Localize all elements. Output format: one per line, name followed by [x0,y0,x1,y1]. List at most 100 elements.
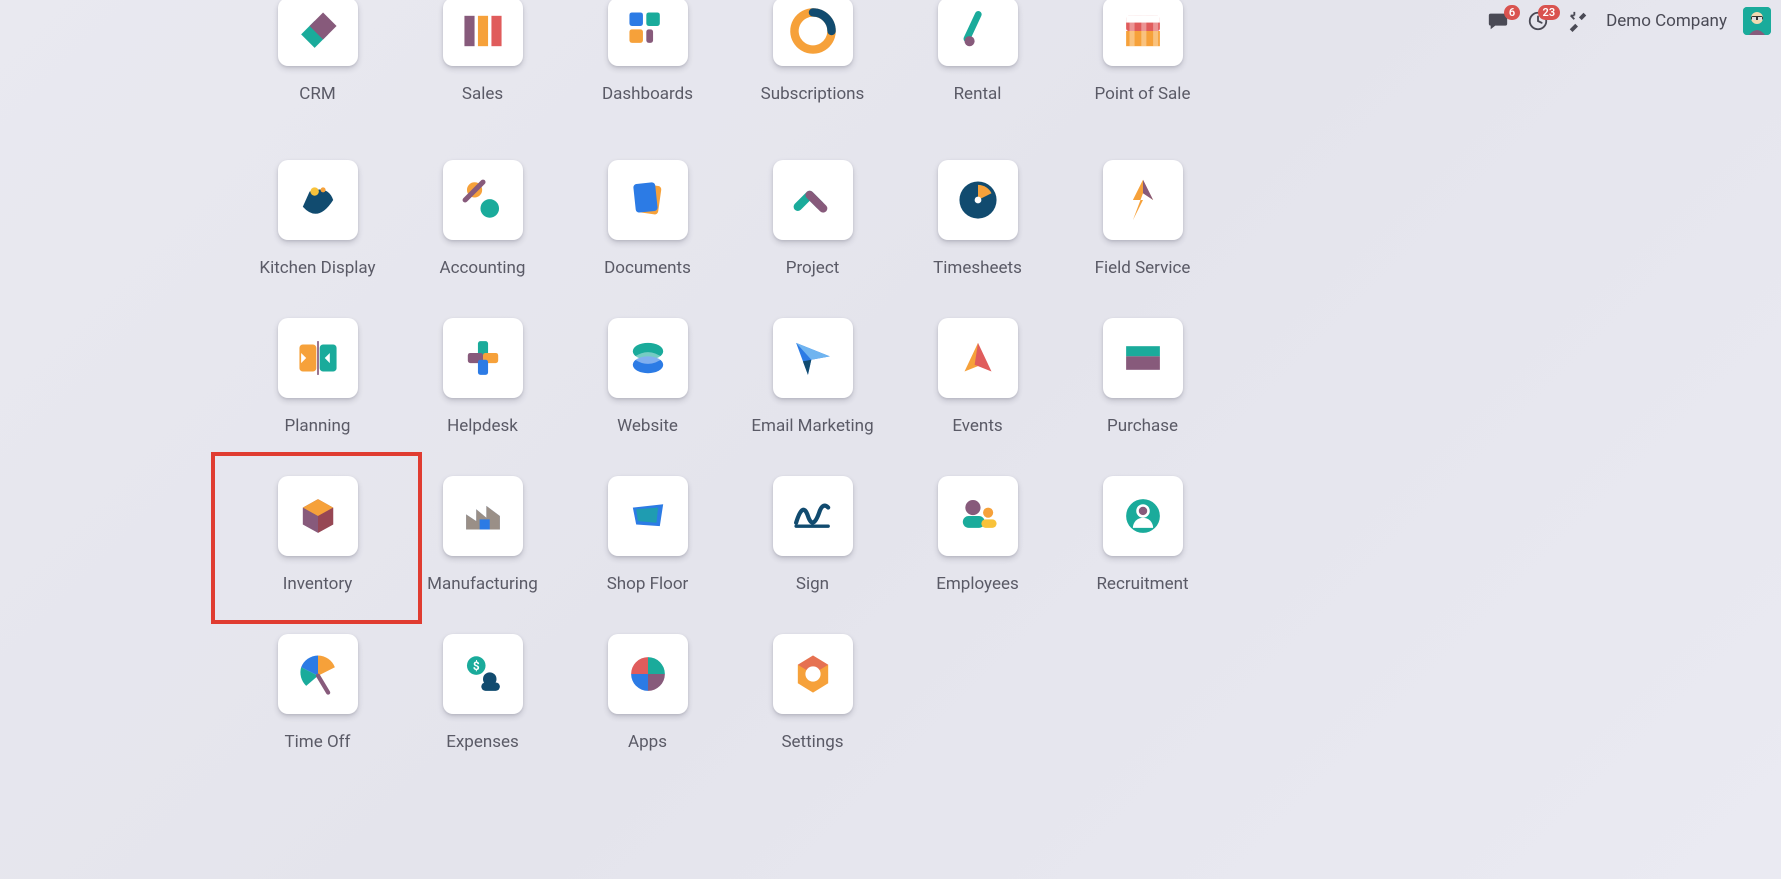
activities-badge: 23 [1538,5,1561,20]
app-project[interactable]: Project [730,156,895,314]
messages-button[interactable]: 6 [1486,9,1510,33]
app-tile [278,0,358,66]
debug-button[interactable] [1566,9,1590,33]
app-tile [278,160,358,240]
activities-button[interactable]: 23 [1526,9,1550,33]
sign-icon [786,489,840,543]
documents-icon [621,173,675,227]
apps-grid: CRMSales Dashboards Subscriptions Rental Poi… [235,10,1225,788]
inventory-icon [291,489,345,543]
app-label: Planning [285,416,351,436]
topbar: 6 23 Demo Company [1486,6,1771,36]
app-expenses[interactable]: Expenses [400,630,565,788]
purchase-icon [1116,331,1170,385]
app-tile [608,476,688,556]
app-timesheets[interactable]: Timesheets [895,156,1060,314]
dashboards-icon [621,4,675,58]
app-label: Time Off [285,732,351,752]
app-label: Project [786,258,840,278]
app-tile [1103,318,1183,398]
app-tile [608,318,688,398]
planning-icon [291,331,345,385]
app-label: Manufacturing [427,574,538,594]
sales-icon [456,4,510,58]
app-label: Events [952,416,1002,436]
project-icon [786,173,840,227]
app-apps[interactable]: Apps [565,630,730,788]
app-settings[interactable]: Settings [730,630,895,788]
app-subscriptions[interactable]: Subscriptions [730,10,895,156]
shop-floor-icon [621,489,675,543]
app-label: Sign [796,574,829,594]
app-tile [938,160,1018,240]
app-accounting[interactable]: Accounting [400,156,565,314]
app-employees[interactable]: Employees [895,472,1060,630]
events-icon [951,331,1005,385]
crm-icon [291,4,345,58]
app-shop-floor[interactable]: Shop Floor [565,472,730,630]
employees-icon [951,489,1005,543]
app-events[interactable]: Events [895,314,1060,472]
app-sales[interactable]: Sales [400,10,565,156]
app-helpdesk[interactable]: Helpdesk [400,314,565,472]
app-tile [608,0,688,66]
helpdesk-icon [456,331,510,385]
messages-badge: 6 [1504,5,1520,20]
app-time-off[interactable]: Time Off [235,630,400,788]
app-website[interactable]: Website [565,314,730,472]
app-label: Accounting [440,258,526,278]
app-dashboards[interactable]: Dashboards [565,10,730,156]
kitchen-icon [291,173,345,227]
app-label: Timesheets [933,258,1022,278]
timesheets-icon [951,173,1005,227]
app-email-mkt[interactable]: Email Marketing [730,314,895,472]
app-tile [773,0,853,66]
app-tile [443,634,523,714]
app-label: Dashboards [602,84,693,104]
app-rental[interactable]: Rental [895,10,1060,156]
app-tile [1103,0,1183,66]
app-tile [443,160,523,240]
app-tile [278,318,358,398]
app-recruitment[interactable]: Recruitment [1060,472,1225,630]
app-tile [443,0,523,66]
user-avatar[interactable] [1743,7,1771,35]
time-off-icon [291,647,345,701]
app-tile [1103,476,1183,556]
app-label: Subscriptions [761,84,865,104]
app-tile [608,160,688,240]
app-field-service[interactable]: Field Service [1060,156,1225,314]
subscriptions-icon [786,4,840,58]
app-inventory[interactable]: Inventory [235,472,400,630]
app-kitchen[interactable]: Kitchen Display [235,156,400,314]
app-tile [278,476,358,556]
app-tile [443,318,523,398]
app-label: Email Marketing [751,416,873,436]
app-label: Apps [628,732,667,752]
app-label: Field Service [1095,258,1191,278]
app-label: Inventory [283,574,353,594]
app-planning[interactable]: Planning [235,314,400,472]
app-pos[interactable]: Point of Sale [1060,10,1225,156]
website-icon [621,331,675,385]
app-manufacturing[interactable]: Manufacturing [400,472,565,630]
manufacturing-icon [456,489,510,543]
app-label: Kitchen Display [259,258,375,278]
app-documents[interactable]: Documents [565,156,730,314]
apps-icon [621,647,675,701]
field-service-icon [1116,173,1170,227]
avatar-icon [1743,7,1771,35]
app-purchase[interactable]: Purchase [1060,314,1225,472]
app-tile [938,0,1018,66]
app-crm[interactable]: CRM [235,10,400,156]
rental-icon [951,4,1005,58]
expenses-icon [456,647,510,701]
app-label: Rental [954,84,1002,104]
company-selector[interactable]: Demo Company [1606,11,1727,31]
app-sign[interactable]: Sign [730,472,895,630]
settings-icon [786,647,840,701]
app-tile [608,634,688,714]
app-tile [1103,160,1183,240]
app-label: Point of Sale [1095,84,1191,104]
apps-area: CRMSales Dashboards Subscriptions Rental Poi… [0,0,1460,788]
